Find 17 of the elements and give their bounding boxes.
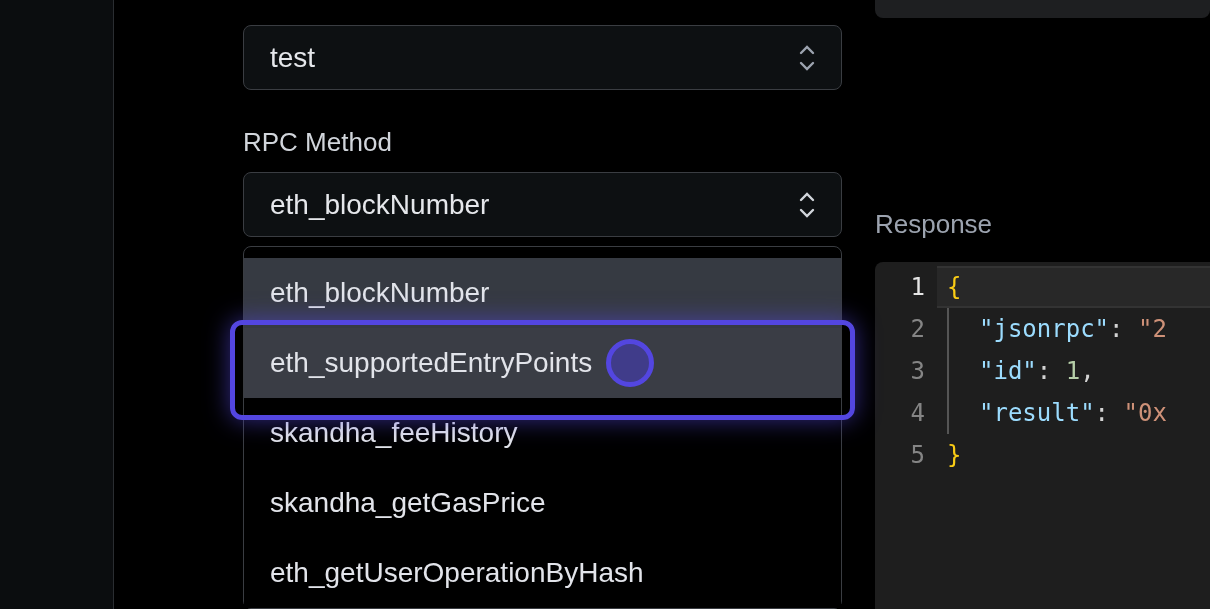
code-line: } — [947, 440, 962, 471]
field-label: RPC Method — [243, 126, 393, 158]
dropdown-option[interactable]: eth_supportedEntryPoints — [244, 328, 841, 398]
code-line: "id": 1, — [979, 356, 1095, 387]
dropdown-option[interactable]: eth_blockNumber — [244, 258, 841, 328]
line-number: 4 — [909, 398, 926, 429]
line-number: 2 — [909, 314, 926, 345]
code-line: "jsonrpc": "2 — [979, 314, 1167, 345]
line-number: 5 — [909, 440, 926, 471]
line-number: 1 — [909, 272, 926, 303]
line-number: 3 — [909, 356, 926, 387]
rpc-method-select[interactable]: eth_blockNumber — [243, 172, 842, 237]
click-marker-icon — [606, 339, 655, 387]
code-line: { — [947, 272, 962, 303]
code-line: "result": "0x — [979, 398, 1167, 429]
api-key-select[interactable]: test — [243, 25, 842, 90]
section-label: Response — [875, 208, 994, 240]
